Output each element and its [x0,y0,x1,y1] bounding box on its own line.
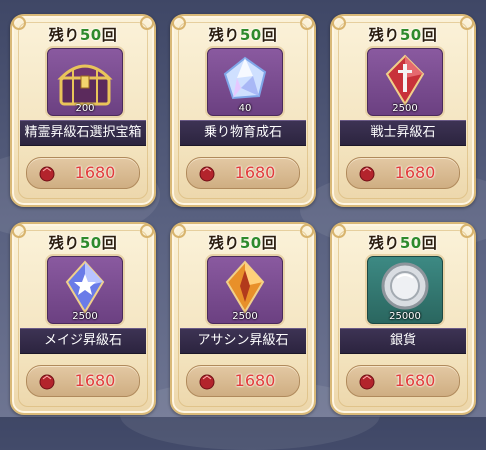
shop-item-card[interactable]: 残り50回 2500 アサシン昇級石 1680 [170,222,316,415]
ruby-gem-icon [359,374,375,390]
item-quantity: 200 [75,103,95,114]
buy-button[interactable]: 1680 [26,365,140,397]
item-price: 1680 [74,371,116,390]
item-icon-frame: 200 [45,46,125,118]
item-price: 1680 [234,371,276,390]
shop-item-card[interactable]: 残り50回 40 乗り物育成石 1680 [170,14,316,207]
ruby-gem-icon [39,166,55,182]
shop-item-card[interactable]: 残り50回 2500 メイジ昇級石 1680 [10,222,156,415]
remaining-count-label: 残り50回 [368,234,438,252]
remaining-count-label: 残り50回 [208,26,278,44]
item-icon-frame: 2500 [365,46,445,118]
item-price: 1680 [234,163,276,182]
item-name: 銀貨 [340,328,466,354]
item-quantity: 2500 [392,103,418,114]
item-price: 1680 [394,163,436,182]
item-quantity: 2500 [72,311,98,322]
item-icon-frame: 25000 [365,254,445,326]
shop-item-card[interactable]: 残り50回 25000 銀貨 1680 [330,222,476,415]
item-icon-frame: 2500 [45,254,125,326]
buy-button[interactable]: 1680 [346,157,460,189]
shop-item-card[interactable]: 残り50回 200 精霊昇級石選択宝箱 1680 [10,14,156,207]
buy-button[interactable]: 1680 [186,365,300,397]
buy-button[interactable]: 1680 [346,365,460,397]
ruby-gem-icon [359,166,375,182]
remaining-count-label: 残り50回 [48,234,118,252]
item-icon-frame: 2500 [205,254,285,326]
ruby-gem-icon [199,374,215,390]
item-quantity: 2500 [232,311,258,322]
item-name: 精霊昇級石選択宝箱 [20,120,146,146]
buy-button[interactable]: 1680 [26,157,140,189]
remaining-count-label: 残り50回 [48,26,118,44]
shop-item-card[interactable]: 残り50回 2500 戦士昇級石 1680 [330,14,476,207]
item-price: 1680 [74,163,116,182]
item-quantity: 40 [238,103,252,114]
item-price: 1680 [394,371,436,390]
item-name: 戦士昇級石 [340,120,466,146]
ruby-gem-icon [199,166,215,182]
ruby-gem-icon [39,374,55,390]
buy-button[interactable]: 1680 [186,157,300,189]
item-icon-frame: 40 [205,46,285,118]
item-quantity: 25000 [389,311,421,322]
item-name: 乗り物育成石 [180,120,306,146]
remaining-count-label: 残り50回 [368,26,438,44]
item-name: アサシン昇級石 [180,328,306,354]
remaining-count-label: 残り50回 [208,234,278,252]
item-name: メイジ昇級石 [20,328,146,354]
